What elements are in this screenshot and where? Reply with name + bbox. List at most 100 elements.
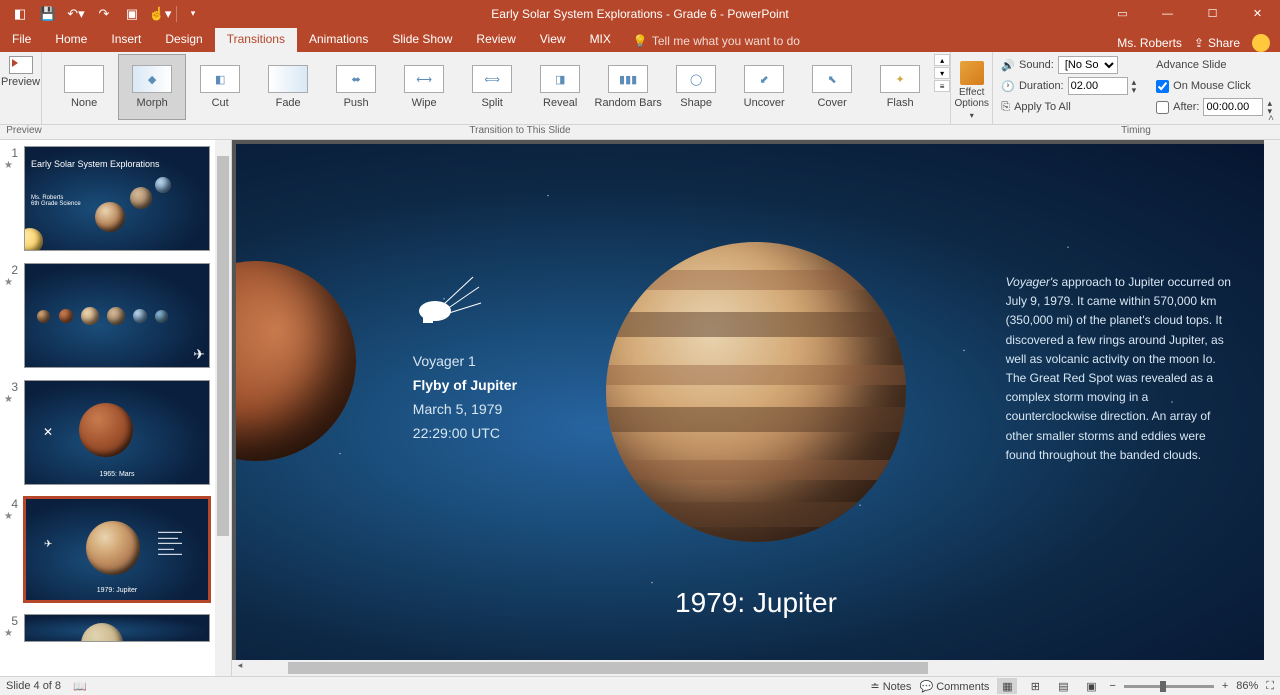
ribbon-group-labels: Preview Transition to This Slide Timing: [0, 125, 1280, 140]
tab-review[interactable]: Review: [464, 28, 527, 52]
transition-shape[interactable]: ◯Shape: [662, 54, 730, 120]
thumbnail-scrollbar[interactable]: [215, 140, 231, 676]
transition-split[interactable]: ⟺Split: [458, 54, 526, 120]
feedback-icon[interactable]: [1252, 34, 1270, 52]
normal-view-icon[interactable]: ▦: [997, 678, 1017, 694]
transition-reveal[interactable]: ◨Reveal: [526, 54, 594, 120]
duration-spinner[interactable]: ▴▾: [1132, 78, 1137, 94]
thumbnail-slide-1[interactable]: 1★ Early Solar System Explorations Ms. R…: [0, 140, 231, 257]
maximize-icon[interactable]: ☐: [1190, 0, 1235, 27]
transition-fade[interactable]: Fade: [254, 54, 322, 120]
lightbulb-icon: 💡: [633, 34, 648, 48]
preview-button-label[interactable]: Preview: [1, 76, 40, 88]
fit-to-window-icon[interactable]: ⛶: [1266, 680, 1274, 693]
horizontal-scrollbar[interactable]: ◂: [232, 660, 1264, 676]
slide-body-text: Voyager's approach to Jupiter occurred o…: [1006, 273, 1235, 465]
timing-group: 🔊Sound:[No Sound] 🕐Duration:▴▾ ⎘Apply To…: [993, 52, 1280, 124]
gallery-up-icon[interactable]: ▴: [934, 54, 950, 66]
sound-icon: 🔊: [1001, 59, 1015, 72]
duration-label: Duration:: [1019, 80, 1064, 92]
after-input[interactable]: [1203, 98, 1263, 116]
gallery-scroll: ▴ ▾ ≡: [934, 54, 950, 92]
zoom-slider[interactable]: [1124, 685, 1214, 688]
transition-cover[interactable]: ⬉Cover: [798, 54, 866, 120]
zoom-in-icon[interactable]: +: [1222, 680, 1228, 692]
thumbnail-slide-2[interactable]: 2★ ✈: [0, 257, 231, 374]
workspace: 1★ Early Solar System Explorations Ms. R…: [0, 140, 1280, 676]
on-mouse-click-checkbox[interactable]: [1156, 80, 1169, 93]
advance-slide-label: Advance Slide: [1156, 56, 1272, 74]
transition-cut[interactable]: ◧Cut: [186, 54, 254, 120]
tab-file[interactable]: File: [0, 28, 43, 52]
preview-group: Preview: [0, 52, 42, 124]
save-icon[interactable]: 💾: [34, 2, 62, 26]
transition-wipe[interactable]: ⟷Wipe: [390, 54, 458, 120]
minimize-icon[interactable]: —: [1145, 0, 1190, 27]
collapse-ribbon-icon[interactable]: ˄: [1264, 113, 1278, 124]
ribbon-tabs: File Home Insert Design Transitions Anim…: [0, 27, 1280, 52]
tab-slideshow[interactable]: Slide Show: [380, 28, 464, 52]
transition-random-bars[interactable]: ▮▮▮Random Bars: [594, 54, 662, 120]
customize-qat-icon[interactable]: ▾: [179, 2, 207, 26]
zoom-level[interactable]: 86%: [1236, 680, 1258, 692]
notes-button[interactable]: ≐ Notes: [870, 680, 911, 693]
slideshow-view-icon[interactable]: ▣: [1081, 678, 1101, 694]
sound-label: Sound:: [1019, 59, 1054, 71]
voyager-info-text: Voyager 1 Flyby of Jupiter March 5, 1979…: [413, 350, 517, 445]
tab-transitions[interactable]: Transitions: [215, 28, 297, 52]
zoom-out-icon[interactable]: −: [1109, 680, 1115, 692]
on-mouse-click-label: On Mouse Click: [1173, 80, 1251, 92]
spell-check-icon[interactable]: 📖: [73, 680, 87, 693]
transition-morph[interactable]: ◆Morph: [118, 54, 186, 120]
comments-button[interactable]: 💬 Comments: [919, 680, 989, 693]
slide-title-text: 1979: Jupiter: [675, 587, 837, 619]
ribbon: Preview None ◆Morph ◧Cut Fade ⬌Push ⟷Wip…: [0, 52, 1280, 125]
tab-mix[interactable]: MIX: [578, 28, 623, 52]
event-time: 22:29:00 UTC: [413, 422, 517, 446]
thumbnail-slide-4[interactable]: 4★ ✈ ▬▬▬▬▬▬ ▬▬▬▬▬ ▬▬▬▬▬▬ ▬▬▬▬ ▬▬▬▬▬▬ 197…: [0, 491, 231, 608]
apply-to-all-button[interactable]: Apply To All: [1014, 101, 1071, 113]
effect-options-button[interactable]: Effect Options ▾: [951, 52, 993, 124]
touch-mode-icon[interactable]: ☝▾: [146, 2, 174, 26]
sound-dropdown[interactable]: [No Sound]: [1058, 56, 1118, 74]
chevron-down-icon: ▾: [970, 111, 974, 120]
transition-push[interactable]: ⬌Push: [322, 54, 390, 120]
probe-name: Voyager 1: [413, 350, 517, 374]
title-bar: ◧ 💾 ↶▾ ↷ ▣ ☝▾ ▾ Early Solar System Explo…: [0, 0, 1280, 27]
transition-none[interactable]: None: [50, 54, 118, 120]
close-icon[interactable]: ✕: [1235, 0, 1280, 27]
tab-animations[interactable]: Animations: [297, 28, 380, 52]
event-name: Flyby of Jupiter: [413, 374, 517, 398]
thumbnail-slide-3[interactable]: 3★ ✕ 1965: Mars: [0, 374, 231, 491]
redo-icon[interactable]: ↷: [90, 2, 118, 26]
slide-canvas[interactable]: Voyager 1 Flyby of Jupiter March 5, 1979…: [236, 144, 1276, 660]
jupiter-image: [606, 242, 906, 542]
tab-insert[interactable]: Insert: [99, 28, 153, 52]
transition-gallery: None ◆Morph ◧Cut Fade ⬌Push ⟷Wipe ⟺Split…: [42, 52, 951, 124]
user-name[interactable]: Ms. Roberts: [1117, 36, 1182, 50]
gallery-more-icon[interactable]: ≡: [934, 80, 950, 92]
vertical-scrollbar[interactable]: [1264, 140, 1280, 676]
transition-uncover[interactable]: ⬋Uncover: [730, 54, 798, 120]
slide-counter[interactable]: Slide 4 of 8: [6, 680, 61, 692]
duration-input[interactable]: [1068, 77, 1128, 95]
gallery-down-icon[interactable]: ▾: [934, 67, 950, 79]
after-checkbox[interactable]: [1156, 101, 1169, 114]
thumbnail-slide-5[interactable]: 5★: [0, 608, 231, 642]
tell-me-search[interactable]: 💡 Tell me what you want to do: [623, 30, 810, 52]
reading-view-icon[interactable]: ▤: [1053, 678, 1073, 694]
voyager-probe-icon: [413, 273, 483, 344]
slide-thumbnail-panel: 1★ Early Solar System Explorations Ms. R…: [0, 140, 232, 676]
start-from-beginning-icon[interactable]: ▣: [118, 2, 146, 26]
undo-icon[interactable]: ↶▾: [62, 2, 90, 26]
tab-view[interactable]: View: [528, 28, 578, 52]
tab-home[interactable]: Home: [43, 28, 99, 52]
tab-design[interactable]: Design: [153, 28, 214, 52]
preview-button-icon[interactable]: [9, 56, 33, 74]
ribbon-display-icon[interactable]: ▭: [1100, 0, 1145, 27]
autosave-icon[interactable]: ◧: [6, 2, 34, 26]
transition-flash[interactable]: ✦Flash: [866, 54, 934, 120]
sorter-view-icon[interactable]: ⊞: [1025, 678, 1045, 694]
after-label: After:: [1173, 101, 1199, 113]
share-button[interactable]: ⇪ Share: [1194, 36, 1240, 50]
